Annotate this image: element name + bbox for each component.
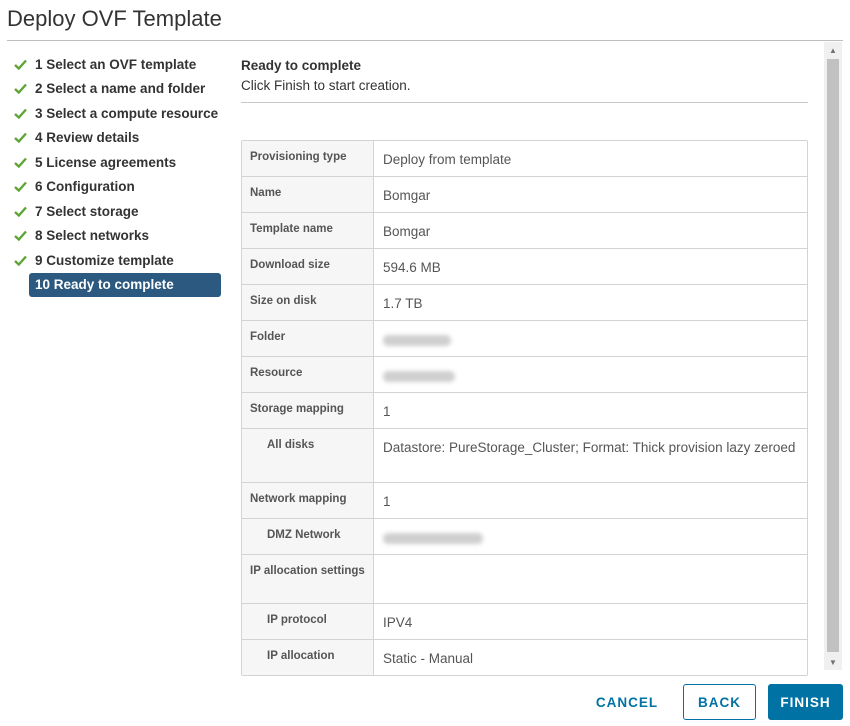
wizard-step-label: 4 Review details — [35, 130, 140, 146]
summary-value: 1.7 TB — [383, 296, 423, 311]
scrollbar-thumb[interactable] — [827, 59, 839, 652]
table-row: Name Bomgar — [242, 176, 807, 212]
dialog-title: Deploy OVF Template — [7, 6, 222, 31]
summary-key: Template name — [242, 213, 374, 248]
summary-key: Resource — [242, 357, 374, 392]
main-header: Ready to complete Click Finish to start … — [241, 58, 411, 93]
wizard-step-label: 9 Customize template — [35, 252, 174, 268]
checkmark-icon — [12, 81, 28, 97]
checkmark-icon — [12, 228, 28, 244]
redacted-value — [383, 335, 451, 346]
wizard-step-label: 2 Select a name and folder — [35, 81, 206, 97]
summary-value-redacted — [374, 519, 807, 554]
table-row: IP allocation Static - Manual — [242, 639, 807, 675]
wizard-step-9[interactable]: 9 Customize template — [12, 248, 224, 273]
vertical-scrollbar[interactable]: ▲ ▼ — [824, 42, 842, 670]
scroll-up-arrow-icon[interactable]: ▲ — [824, 42, 842, 58]
summary-key: All disks — [242, 429, 374, 482]
summary-value-redacted — [374, 357, 807, 392]
wizard-steps: 1 Select an OVF template 2 Select a name… — [12, 52, 224, 297]
summary-key: Name — [242, 177, 374, 212]
summary-key: IP allocation settings — [242, 555, 374, 603]
section-heading: Ready to complete — [241, 58, 362, 73]
table-row: IP allocation settings — [242, 554, 807, 603]
cancel-button[interactable]: CANCEL — [585, 684, 669, 720]
summary-value: 594.6 MB — [383, 260, 441, 275]
wizard-step-7[interactable]: 7 Select storage — [12, 199, 224, 224]
checkmark-icon — [12, 252, 28, 268]
checkmark-icon — [12, 130, 28, 146]
wizard-step-label: 3 Select a compute resource — [35, 105, 219, 121]
summary-value: Deploy from template — [383, 152, 512, 167]
checkmark-icon — [12, 203, 28, 219]
summary-value-redacted — [374, 321, 807, 356]
header-divider — [241, 102, 808, 103]
table-row: Folder — [242, 320, 807, 356]
redacted-value — [383, 371, 455, 382]
wizard-step-label: 7 Select storage — [35, 203, 139, 219]
table-row: Download size 594.6 MB — [242, 248, 807, 284]
summary-key: Network mapping — [242, 483, 374, 518]
wizard-step-3[interactable]: 3 Select a compute resource — [12, 101, 224, 126]
checkmark-icon — [12, 154, 28, 170]
table-row: Storage mapping 1 — [242, 392, 807, 428]
summary-value: IPV4 — [383, 615, 413, 630]
summary-key: Size on disk — [242, 285, 374, 320]
wizard-step-label: 1 Select an OVF template — [35, 56, 197, 72]
summary-value: Datastore: PureStorage_Cluster; Format: … — [383, 440, 796, 455]
summary-value: Static - Manual — [383, 651, 474, 666]
wizard-step-label: 10 Ready to complete — [35, 277, 174, 292]
table-row: DMZ Network — [242, 518, 807, 554]
wizard-step-4[interactable]: 4 Review details — [12, 126, 224, 151]
table-row: Size on disk 1.7 TB — [242, 284, 807, 320]
wizard-step-10-active[interactable]: 10 Ready to complete — [29, 272, 221, 297]
summary-value: Bomgar — [383, 224, 431, 239]
table-row: Template name Bomgar — [242, 212, 807, 248]
table-row: Network mapping 1 — [242, 482, 807, 518]
table-row: IP protocol IPV4 — [242, 603, 807, 639]
table-row: Resource — [242, 356, 807, 392]
summary-key: IP protocol — [242, 604, 374, 639]
summary-value: Bomgar — [383, 188, 431, 203]
table-row: All disks Datastore: PureStorage_Cluster… — [242, 428, 807, 482]
summary-value: 1 — [383, 404, 391, 419]
redacted-value — [383, 533, 483, 544]
wizard-step-label: 5 License agreements — [35, 154, 177, 170]
summary-key: Provisioning type — [242, 141, 374, 176]
finish-button[interactable]: FINISH — [768, 684, 843, 720]
summary-key: IP allocation — [242, 640, 374, 675]
checkmark-icon — [12, 105, 28, 121]
scroll-down-arrow-icon[interactable]: ▼ — [824, 654, 842, 670]
summary-table: Provisioning type Deploy from template N… — [241, 140, 808, 676]
wizard-step-6[interactable]: 6 Configuration — [12, 175, 224, 200]
wizard-step-5[interactable]: 5 License agreements — [12, 150, 224, 175]
checkmark-icon — [12, 179, 28, 195]
summary-value — [374, 555, 807, 603]
summary-key: Storage mapping — [242, 393, 374, 428]
summary-key: DMZ Network — [242, 519, 374, 554]
table-row: Provisioning type Deploy from template — [242, 141, 807, 176]
wizard-step-8[interactable]: 8 Select networks — [12, 224, 224, 249]
section-subheading: Click Finish to start creation. — [241, 78, 411, 93]
back-button[interactable]: BACK — [683, 684, 756, 720]
wizard-step-1[interactable]: 1 Select an OVF template — [12, 52, 224, 77]
wizard-step-label: 8 Select networks — [35, 228, 150, 244]
summary-key: Download size — [242, 249, 374, 284]
summary-key: Folder — [242, 321, 374, 356]
checkmark-icon — [12, 56, 28, 72]
title-divider — [7, 40, 843, 41]
summary-value: 1 — [383, 494, 391, 509]
wizard-step-label: 6 Configuration — [35, 179, 135, 195]
wizard-step-2[interactable]: 2 Select a name and folder — [12, 77, 224, 102]
